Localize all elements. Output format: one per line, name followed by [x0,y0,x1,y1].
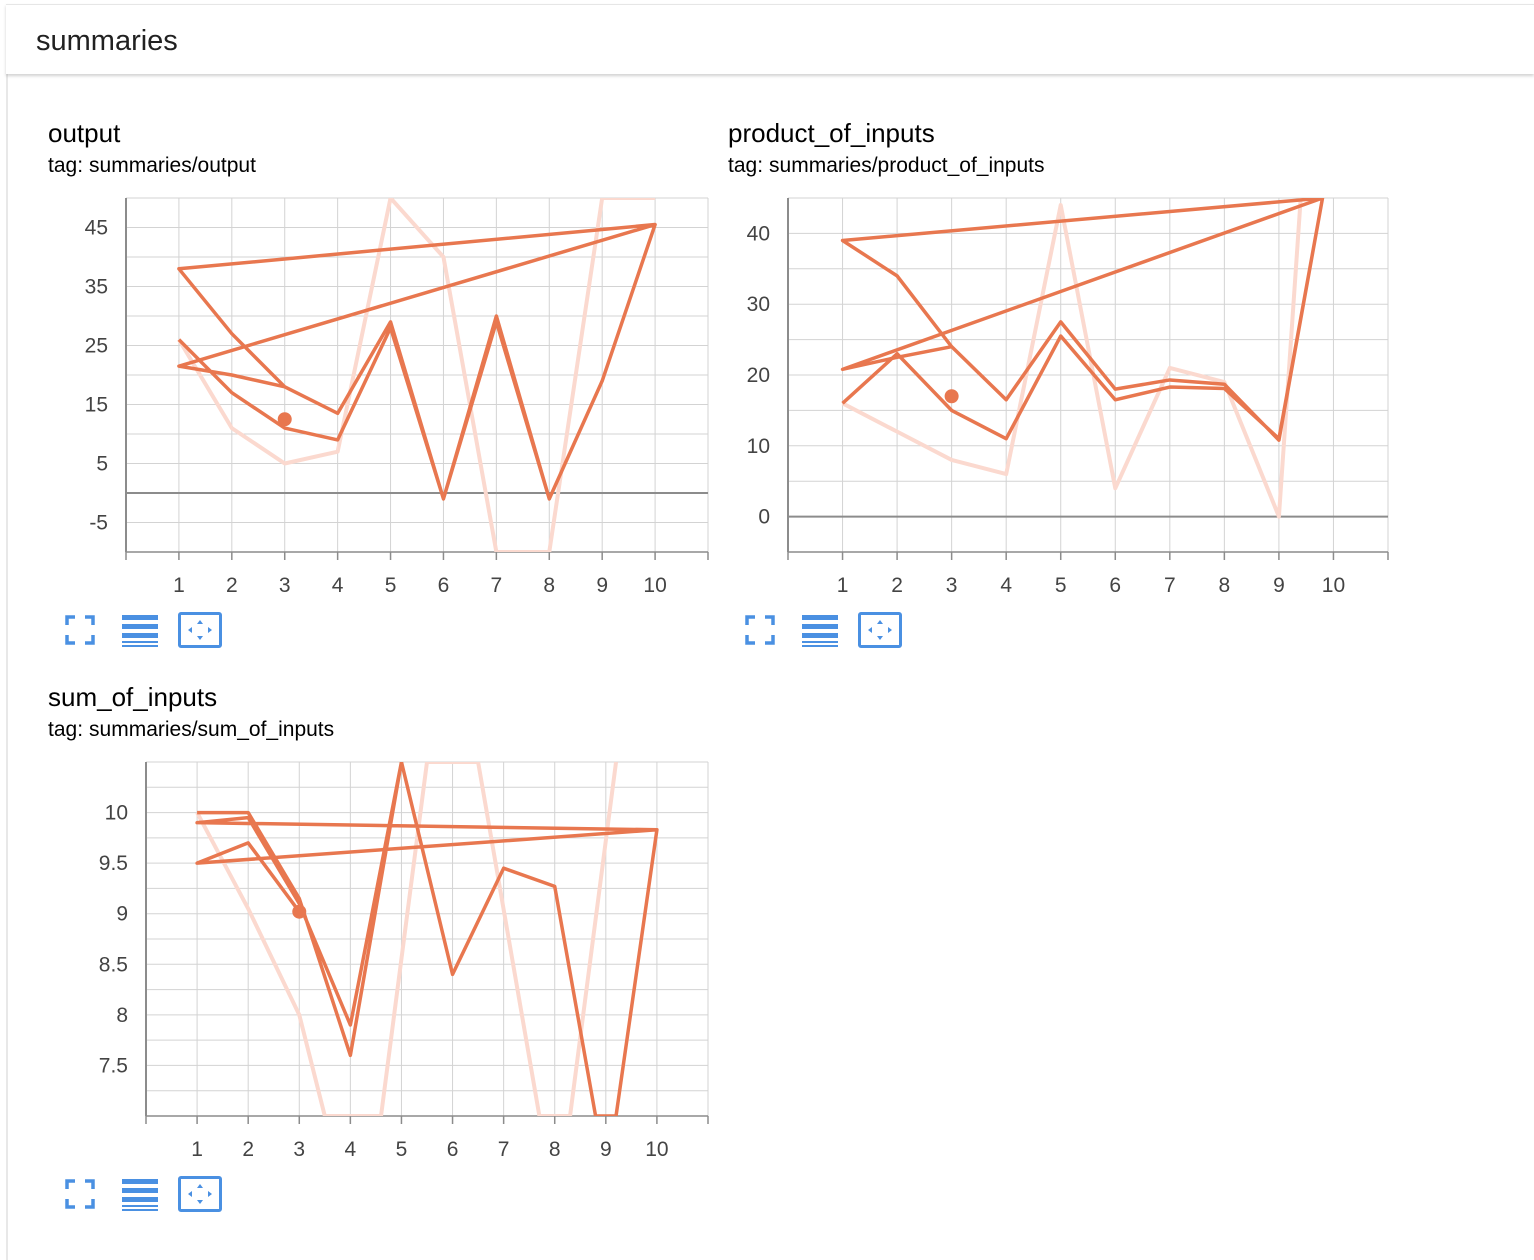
x-tick-label: 4 [332,574,344,597]
line-chart[interactable]: -55152535451 2 3 4 5 6 7 8 9 10 [48,118,718,598]
chart-toolbar [58,612,238,648]
x-tick-label: 1 [173,574,185,597]
x-tick-label: 9 [1273,574,1285,597]
data-selection-button[interactable] [118,612,162,648]
x-tick-label: 9 [600,1138,612,1161]
y-tick-label: 40 [747,222,770,245]
chart-toolbar [738,612,918,648]
x-tick-label: 8 [549,1138,561,1161]
top-bar: summaries [6,4,1534,74]
y-tick-label: 35 [85,276,108,299]
x-tick-label: 7 [1164,574,1176,597]
data-selection-button[interactable] [118,1176,162,1212]
y-tick-label: 45 [85,217,108,240]
x-tick-label: 7 [491,574,503,597]
x-tick-label: 10 [645,1138,668,1161]
fit-domain-button[interactable] [178,612,222,648]
x-tick-label: 2 [242,1138,254,1161]
x-tick-label: 8 [1219,574,1231,597]
x-tick-label: 3 [279,574,291,597]
x-tick-label: 10 [1322,574,1345,597]
fullscreen-button[interactable] [58,1176,102,1212]
x-tick-label: 10 [643,574,666,597]
data-selection-icon [802,615,838,647]
line-chart[interactable]: 7.5 8 8.5 9 9.5 10 1 2 3 4 5 6 7 8 9 10 [48,682,718,1162]
data-selection-icon [122,1179,158,1211]
chart-card-output: output tag: summaries/output -5 5 15 25 35 45 1… [48,118,718,678]
chart-toolbar [58,1176,238,1212]
fullscreen-button[interactable] [738,612,782,648]
x-tick-label: 3 [293,1138,305,1161]
fit-domain-icon [188,1184,212,1204]
header-title: summaries [36,25,178,57]
x-tick-label: 5 [396,1138,408,1161]
highlight-point [277,412,292,427]
x-tick-label: 2 [226,574,238,597]
y-tick-label: 9.5 [99,852,128,875]
x-tick-label: 5 [385,574,397,597]
fit-domain-button[interactable] [178,1176,222,1212]
y-tick-label: 5 [96,453,108,476]
x-tick-label: 4 [1000,574,1012,597]
y-tick-label: 10 [105,802,128,825]
series-line [177,222,657,501]
fullscreen-icon [65,615,95,645]
x-tick-label: 1 [837,574,849,597]
x-tick-label: 6 [447,1138,459,1161]
x-tick-label: 3 [946,574,958,597]
y-tick-label: 8.5 [99,953,128,976]
fullscreen-icon [745,615,775,645]
x-tick-label: 4 [345,1138,357,1161]
series-group [840,198,1325,519]
y-tick-label: 30 [747,293,770,316]
x-tick-label: 1 [191,1138,203,1161]
x-tick-label: 6 [438,574,450,597]
fullscreen-button[interactable] [58,612,102,648]
highlight-point [944,389,959,404]
data-selection-button[interactable] [798,612,842,648]
fit-domain-icon [868,620,892,640]
x-tick-label: 7 [498,1138,510,1161]
y-tick-label: 15 [85,394,108,417]
y-tick-label: 0 [758,506,770,529]
chart-card-sum-of-inputs: sum_of_inputs tag: summaries/sum_of_input… [48,682,718,1242]
y-tick-label: 25 [85,335,108,358]
highlight-point [292,904,307,919]
fit-domain-icon [188,620,212,640]
y-tick-label: 9 [116,903,128,926]
x-tick-label: 5 [1055,574,1067,597]
chart-card-product-of-inputs: product_of_inputs tag: summaries/product_… [728,118,1398,678]
raw-series-line [841,198,1303,519]
y-tick-label: -5 [89,512,108,535]
y-tick-label: 20 [747,364,770,387]
x-tick-label: 6 [1109,574,1121,597]
line-chart[interactable]: 0 10 20 30 40 1 2 3 4 5 6 7 8 9 10 [728,118,1398,598]
data-selection-icon [122,615,158,647]
y-tick-label: 8 [116,1004,128,1027]
y-tick-label: 10 [747,435,770,458]
x-tick-label: 8 [543,574,555,597]
x-tick-label: 2 [891,574,903,597]
y-tick-label: 7.5 [99,1054,128,1077]
x-tick-label: 9 [596,574,608,597]
left-divider [6,74,8,1260]
fit-domain-button[interactable] [858,612,902,648]
fullscreen-icon [65,1179,95,1209]
